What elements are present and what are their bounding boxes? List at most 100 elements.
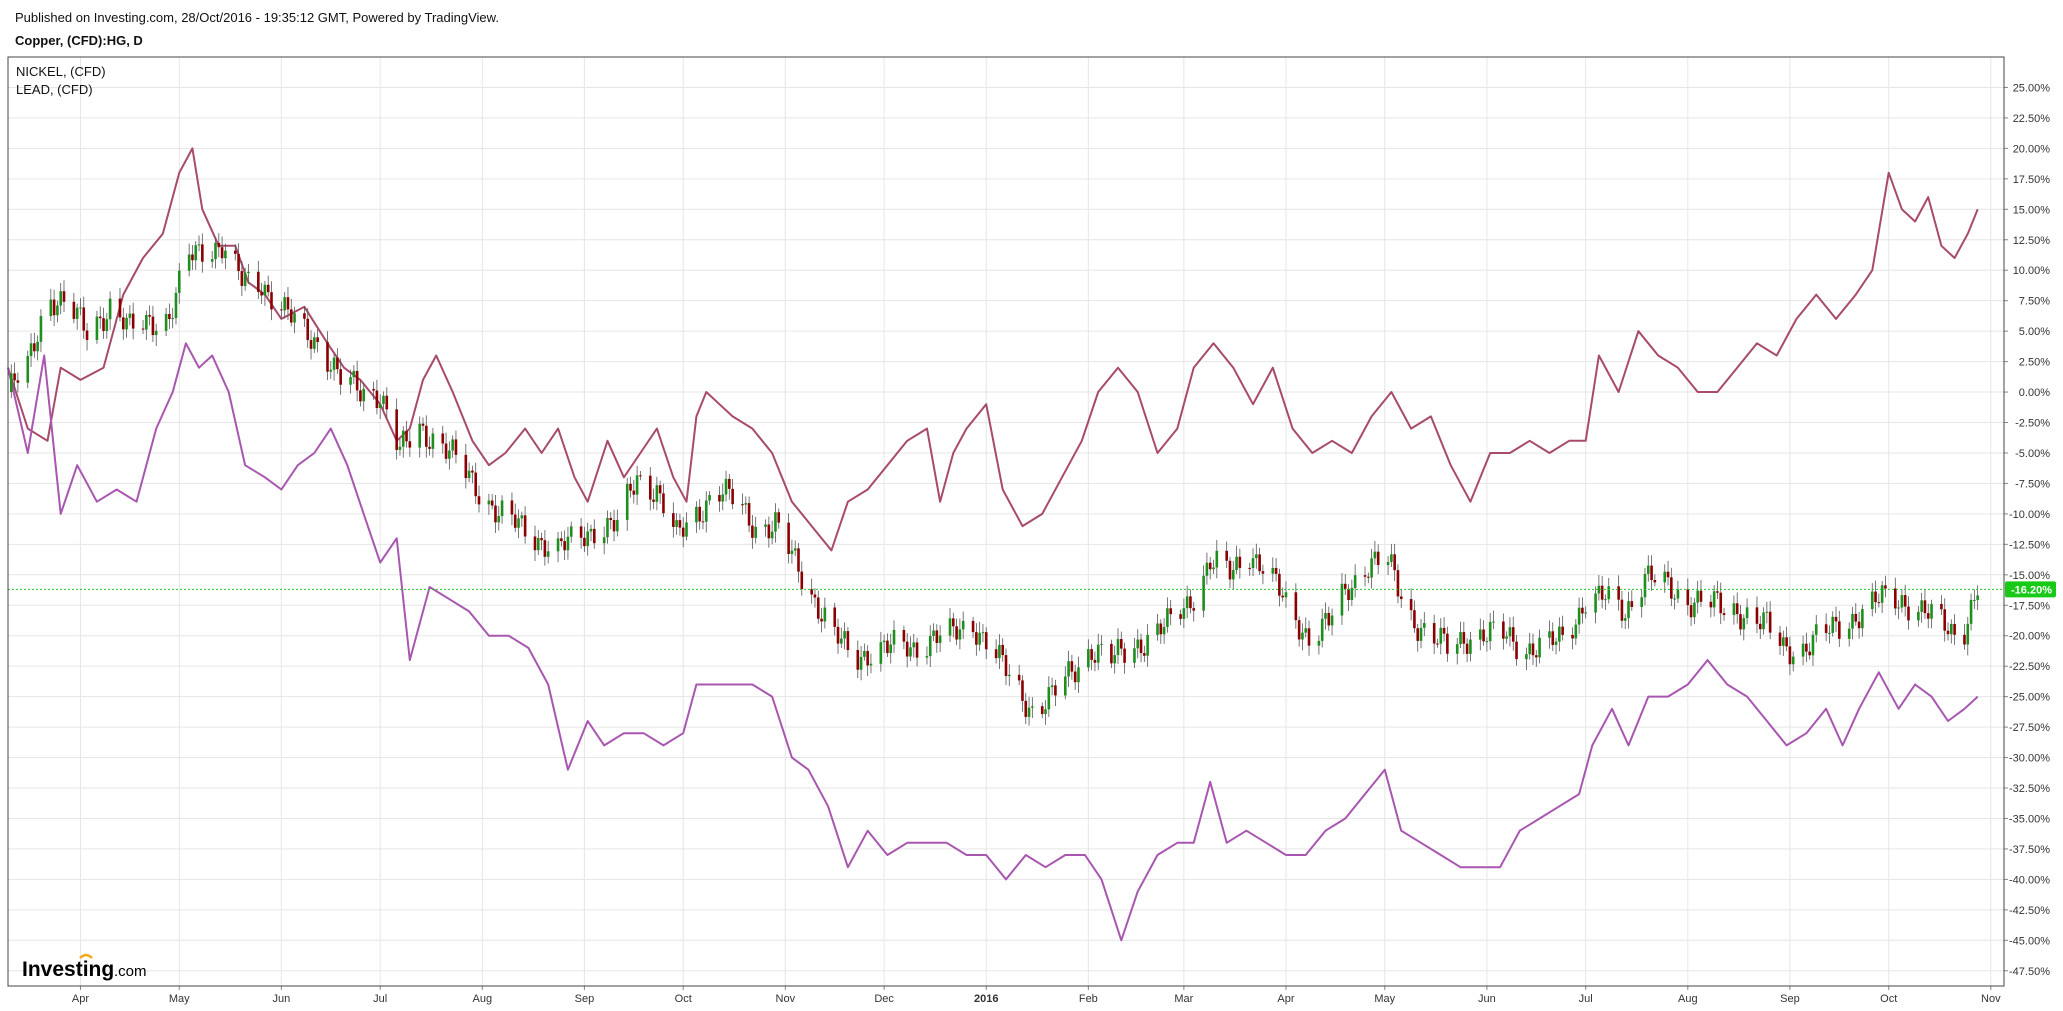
candle-down: [326, 342, 329, 372]
candle-down: [72, 301, 76, 319]
candle-down: [1689, 605, 1693, 618]
candle-up: [1505, 636, 1508, 639]
candle-down: [62, 291, 66, 302]
candle-up: [754, 526, 757, 538]
candle-down: [1907, 606, 1910, 621]
candle-up: [1353, 575, 1357, 588]
y-tick-label: 17.50%: [2013, 174, 2051, 186]
candle-down: [662, 493, 665, 514]
candle-up: [948, 618, 952, 636]
candle-up: [187, 254, 191, 271]
candle-down: [477, 496, 481, 505]
candle-down: [237, 253, 240, 272]
candle-down: [1432, 623, 1436, 644]
candle-down: [121, 317, 125, 330]
x-tick-label: May: [169, 993, 190, 1005]
candle-down: [1017, 674, 1021, 681]
x-tick-label: Sep: [1780, 993, 1800, 1005]
y-tick-label: -47.50%: [2009, 966, 2050, 978]
candle-down: [1650, 565, 1653, 581]
candle-up: [695, 506, 698, 523]
candle-down: [681, 527, 685, 537]
candle-down: [1376, 551, 1380, 565]
x-tick-label: Jun: [1478, 993, 1496, 1005]
candle-up: [655, 485, 659, 502]
candle-up: [1212, 567, 1215, 570]
candle-down: [1159, 623, 1163, 635]
candle-down: [1670, 577, 1673, 599]
candle-down: [1024, 700, 1028, 717]
candle-down: [1228, 560, 1232, 580]
candle-down: [1363, 575, 1367, 577]
x-tick-label: Jul: [373, 993, 387, 1005]
candle-down: [652, 499, 655, 502]
candle-up: [1047, 687, 1051, 710]
candle-up: [1320, 618, 1324, 641]
candle-up: [263, 284, 267, 296]
candle-down: [800, 571, 804, 590]
candle-down: [767, 524, 771, 539]
candle-up: [194, 245, 198, 261]
candle-down: [33, 343, 36, 352]
candle-down: [1805, 643, 1808, 652]
candle-down: [306, 318, 310, 341]
candle-down: [1090, 649, 1093, 660]
candle-up: [382, 395, 385, 404]
candle-down: [1110, 643, 1113, 664]
candle-down: [1785, 637, 1788, 647]
candle-down: [728, 478, 731, 489]
candle-down: [833, 607, 837, 627]
candle-up: [125, 317, 128, 330]
candle-up: [1386, 561, 1390, 565]
candle-down: [1894, 588, 1897, 609]
candle-up: [1100, 643, 1103, 645]
y-tick-label: -25.00%: [2009, 692, 2050, 704]
candle-up: [1455, 644, 1459, 654]
candle-up: [1917, 611, 1920, 621]
candle-down: [408, 441, 412, 448]
candle-down: [1926, 613, 1930, 619]
candle-down: [1515, 641, 1518, 660]
candle-down: [1953, 623, 1956, 635]
candle-down: [1946, 630, 1950, 635]
candle-up: [879, 642, 883, 664]
candle-down: [395, 409, 398, 450]
candle-up: [823, 607, 827, 622]
y-tick-label: 15.00%: [2013, 204, 2051, 216]
candle-up: [1623, 618, 1627, 621]
candle-up: [1811, 634, 1815, 656]
candle-down: [1040, 706, 1044, 715]
candle-up: [1459, 632, 1462, 645]
candle-down: [168, 313, 171, 320]
candle-up: [546, 551, 550, 557]
candle-down: [1446, 633, 1449, 654]
candle-up: [1646, 565, 1650, 574]
candle-down: [494, 505, 497, 523]
candle-up: [1745, 607, 1749, 619]
candle-down: [1399, 596, 1403, 600]
candle-up: [1528, 643, 1532, 655]
candle-up: [928, 635, 932, 657]
candle-up: [1096, 644, 1100, 663]
candle-up: [882, 640, 886, 643]
x-tick-label: Dec: [874, 993, 894, 1005]
candle-down: [1462, 632, 1466, 644]
candle-down: [1755, 607, 1759, 624]
candle-down: [678, 520, 682, 528]
candle-up: [1950, 623, 1953, 635]
candle-up: [352, 370, 356, 378]
candle-up: [606, 517, 609, 538]
candle-down: [1630, 601, 1634, 607]
candle-down: [131, 313, 135, 329]
candle-up: [398, 446, 402, 450]
candle-down: [1838, 621, 1841, 639]
candle-down: [1653, 580, 1657, 583]
candle-up: [790, 550, 794, 554]
candle-up: [1439, 627, 1443, 644]
candle-up: [625, 483, 629, 520]
candle-down: [1620, 599, 1624, 621]
candle-down: [1261, 571, 1265, 574]
y-tick-label: 10.00%: [2013, 265, 2051, 277]
candle-down: [1581, 607, 1584, 614]
candle-down: [474, 472, 478, 497]
